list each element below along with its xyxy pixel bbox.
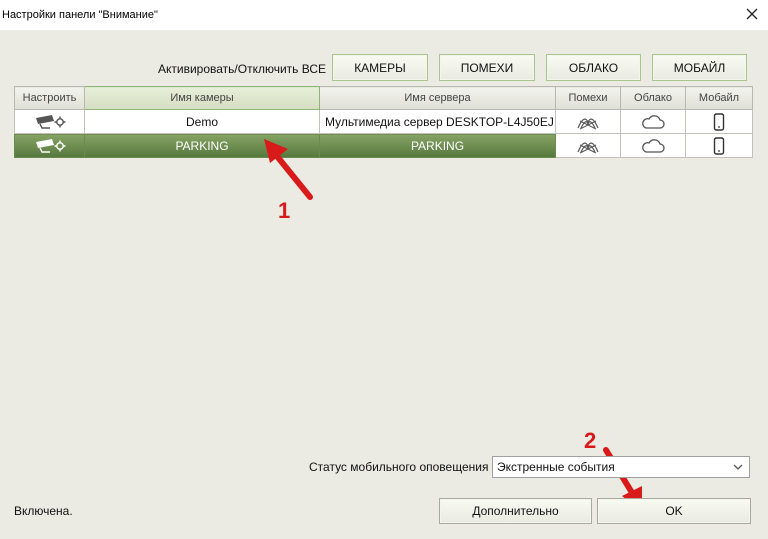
column-header-camera-name[interactable]: Имя камеры xyxy=(84,86,320,110)
mobile-cell[interactable] xyxy=(685,133,753,158)
title-bar: Настройки панели "Внимание" xyxy=(0,0,768,30)
mobile-notify-label: Статус мобильного оповещения xyxy=(309,460,489,474)
interference-icon[interactable] xyxy=(574,112,602,132)
camera-settings-icon[interactable] xyxy=(32,113,68,131)
interference-cell[interactable] xyxy=(555,133,621,158)
more-button[interactable]: Дополнительно xyxy=(439,498,592,524)
close-icon[interactable] xyxy=(744,6,760,22)
interference-icon[interactable] xyxy=(574,136,602,156)
cloud-cell[interactable] xyxy=(620,133,686,158)
server-name-cell[interactable]: PARKING xyxy=(319,133,556,158)
column-header-interference[interactable]: Помехи xyxy=(555,86,621,110)
server-name-cell[interactable]: Мультимедиа сервер DESKTOP-L4J50EJ xyxy=(319,109,556,134)
table-row-selected[interactable]: PARKING PARKING xyxy=(14,133,753,158)
column-header-configure[interactable]: Настроить xyxy=(14,86,85,110)
column-header-cloud[interactable]: Облако xyxy=(620,86,686,110)
toggle-all-label: Активировать/Отключить ВСЕ xyxy=(158,62,327,76)
annotation-label-2: 2 xyxy=(584,428,597,453)
cloud-cell[interactable] xyxy=(620,109,686,134)
window-title: Настройки панели "Внимание" xyxy=(2,9,158,21)
column-header-mobile[interactable]: Мобайл xyxy=(685,86,753,110)
interference-toggle-button[interactable]: ПОМЕХИ xyxy=(439,54,535,81)
mobile-icon[interactable] xyxy=(712,136,726,155)
annotation-arrow-1 xyxy=(264,139,313,200)
chevron-down-icon xyxy=(733,464,743,470)
interference-cell[interactable] xyxy=(555,109,621,134)
configure-cell[interactable] xyxy=(14,133,85,158)
cloud-icon[interactable] xyxy=(640,113,666,131)
mobile-notify-select[interactable]: Экстренные события xyxy=(492,456,750,478)
mobile-toggle-button[interactable]: МОБАЙЛ xyxy=(652,54,747,81)
configure-cell[interactable] xyxy=(14,109,85,134)
status-text: Включена. xyxy=(14,504,73,518)
mobile-icon[interactable] xyxy=(712,112,726,131)
table-row[interactable]: Demo Мультимедиа сервер DESKTOP-L4J50EJ xyxy=(14,109,753,134)
cameras-toggle-button[interactable]: КАМЕРЫ xyxy=(332,54,428,81)
camera-grid: Настроить Имя камеры Имя сервера Помехи … xyxy=(14,86,753,158)
ok-button[interactable]: OK xyxy=(597,498,751,524)
camera-name-cell[interactable]: Demo xyxy=(84,109,320,134)
grid-header: Настроить Имя камеры Имя сервера Помехи … xyxy=(14,86,753,110)
mobile-cell[interactable] xyxy=(685,109,753,134)
cloud-icon[interactable] xyxy=(640,137,666,155)
mobile-notify-value: Экстренные события xyxy=(497,460,615,474)
camera-settings-icon[interactable] xyxy=(32,137,68,155)
column-header-server-name[interactable]: Имя сервера xyxy=(319,86,556,110)
annotation-label-1: 1 xyxy=(278,198,291,223)
cloud-toggle-button[interactable]: ОБЛАКО xyxy=(546,54,641,81)
